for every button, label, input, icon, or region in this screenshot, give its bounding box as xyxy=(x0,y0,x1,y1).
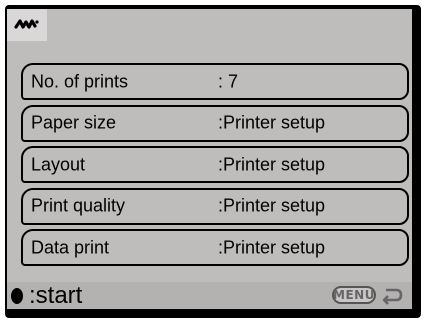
menu-item-no-of-prints[interactable]: No. of prints : 7 xyxy=(21,63,409,100)
center-button-icon xyxy=(11,287,23,304)
menu-item-paper-size[interactable]: Paper size :Printer setup xyxy=(21,104,409,142)
menu-item-value: :Printer setup xyxy=(218,154,326,174)
menu-item-label: Print quality xyxy=(31,195,126,216)
print-settings-list: No. of prints : 7 Paper size :Printer se… xyxy=(21,63,409,271)
menu-item-label: Layout xyxy=(31,154,86,174)
footer-bar: :start MENU xyxy=(7,282,412,309)
menu-item-value: :Printer setup xyxy=(218,237,326,257)
return-arrow-icon[interactable] xyxy=(380,284,404,306)
start-action[interactable]: :start xyxy=(11,281,83,309)
print-mode-icon xyxy=(14,19,39,29)
menu-key-button[interactable]: MENU xyxy=(332,286,376,304)
menu-item-print-quality[interactable]: Print quality :Printer setup xyxy=(21,187,409,225)
menu-item-value: : 7 xyxy=(218,71,239,91)
menu-item-label: Paper size xyxy=(31,112,117,133)
menu-item-data-print[interactable]: Data print :Printer setup xyxy=(21,229,409,266)
mode-tab[interactable] xyxy=(7,9,47,41)
menu-item-layout[interactable]: Layout :Printer setup xyxy=(21,146,409,183)
menu-key-label: MENU xyxy=(333,288,375,302)
start-label: :start xyxy=(29,281,83,309)
menu-item-value: :Printer setup xyxy=(218,195,326,216)
menu-item-value: :Printer setup xyxy=(218,112,326,133)
menu-item-label: Data print xyxy=(31,237,110,257)
menu-item-label: No. of prints xyxy=(31,71,129,91)
